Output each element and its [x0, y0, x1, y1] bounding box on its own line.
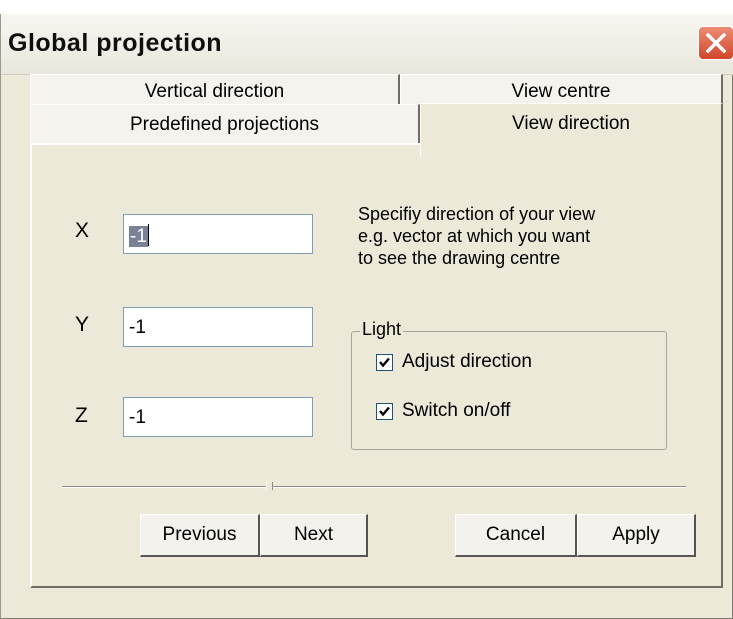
z-value: -1 — [129, 407, 146, 428]
background-strip — [0, 0, 733, 14]
z-input[interactable]: -1 — [123, 397, 313, 437]
window-title: Global projection — [8, 29, 223, 57]
checkbox-box[interactable] — [376, 354, 393, 371]
light-groupbox: Light Adjust direction Switch on/off — [351, 319, 667, 450]
x-input[interactable]: -1 — [123, 214, 313, 254]
help-text: Specifiy direction of your view e.g. vec… — [358, 203, 688, 269]
z-label: Z — [75, 404, 88, 427]
check-icon — [379, 406, 390, 417]
check-icon — [379, 357, 390, 368]
adjust-direction-label: Adjust direction — [402, 351, 532, 372]
tab-label: View direction — [512, 113, 630, 134]
close-icon — [706, 33, 726, 53]
slider-track[interactable] — [62, 486, 686, 488]
cancel-button[interactable]: Cancel — [455, 514, 577, 557]
x-value: -1 — [129, 226, 148, 247]
light-legend: Light — [360, 319, 404, 340]
checkbox-box[interactable] — [376, 403, 393, 420]
close-button[interactable] — [698, 26, 733, 60]
help-line: e.g. vector at which you want — [358, 226, 591, 246]
y-value: -1 — [129, 317, 146, 338]
help-line: Specifiy direction of your view — [358, 204, 596, 224]
tab-label: Predefined projections — [129, 114, 320, 135]
tab-predefined-projections[interactable]: Predefined projections — [30, 104, 420, 148]
previous-button[interactable]: Previous — [140, 514, 260, 557]
next-button[interactable]: Next — [260, 514, 368, 557]
slider-thumb[interactable] — [266, 482, 273, 490]
help-line: to see the drawing centre — [358, 248, 561, 268]
text-caret — [147, 224, 149, 246]
tab-view-direction[interactable]: View direction — [420, 103, 723, 157]
y-input[interactable]: -1 — [123, 307, 313, 347]
x-label: X — [75, 219, 90, 242]
switch-on-off-label: Switch on/off — [402, 400, 511, 421]
apply-button[interactable]: Apply — [577, 514, 696, 557]
title-bar[interactable]: Global projection — [1, 14, 733, 75]
y-label: Y — [75, 313, 90, 336]
